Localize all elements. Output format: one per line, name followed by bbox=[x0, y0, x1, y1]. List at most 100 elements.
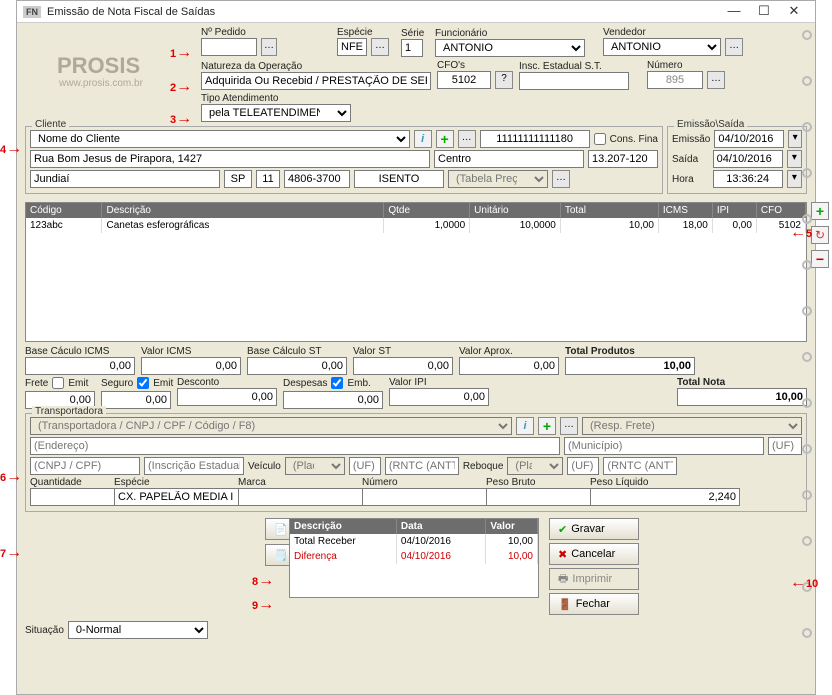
emissao-date[interactable] bbox=[714, 130, 784, 148]
transp-qtd-label: Quantidade bbox=[30, 477, 110, 488]
seguro-emit-check[interactable] bbox=[137, 377, 149, 389]
cliente-lookup[interactable]: … bbox=[458, 130, 476, 148]
emb-check[interactable] bbox=[331, 377, 343, 389]
cliente-ddd-input[interactable] bbox=[256, 170, 280, 188]
annot-4: 4→ bbox=[0, 140, 22, 158]
transp-endereco-input[interactable] bbox=[30, 437, 560, 455]
desconto-label: Desconto bbox=[177, 377, 277, 388]
cliente-group-title: Cliente bbox=[32, 119, 69, 130]
frete-emit-check[interactable] bbox=[52, 377, 64, 389]
col-ipi[interactable]: IPI bbox=[712, 203, 756, 218]
transp-lookup[interactable]: … bbox=[560, 417, 578, 435]
cliente-doc-input[interactable] bbox=[480, 130, 590, 148]
transp-municipio-input[interactable] bbox=[564, 437, 764, 455]
valor-icms-input[interactable] bbox=[141, 357, 241, 375]
desconto-input[interactable] bbox=[177, 388, 277, 406]
valor-aprox-input[interactable] bbox=[459, 357, 559, 375]
transp-info-icon[interactable]: i bbox=[516, 417, 534, 435]
veiculo-uf-input[interactable] bbox=[349, 457, 381, 475]
hora-spin[interactable]: ▾ bbox=[787, 170, 802, 188]
transp-add-icon[interactable]: + bbox=[538, 417, 556, 435]
numero-lookup[interactable]: … bbox=[707, 71, 725, 89]
resp-frete-select[interactable]: (Resp. Frete) bbox=[582, 417, 802, 435]
especie-lookup[interactable]: … bbox=[371, 38, 389, 56]
numero-label: Número bbox=[647, 60, 727, 71]
despesas-input[interactable] bbox=[283, 391, 383, 409]
emissao-label: Emissão bbox=[672, 134, 710, 145]
hora-input[interactable] bbox=[713, 170, 783, 188]
cliente-uf-input[interactable] bbox=[224, 170, 252, 188]
table-row[interactable]: 123abc Canetas esferográficas 1,0000 10,… bbox=[26, 218, 806, 233]
cons-fina-check[interactable] bbox=[594, 133, 606, 145]
transp-uf-input[interactable] bbox=[768, 437, 802, 455]
fechar-button[interactable]: 🚪Fechar bbox=[549, 593, 639, 615]
emissao-date-pick[interactable]: ▾ bbox=[788, 130, 802, 148]
valor-st-input[interactable] bbox=[353, 357, 453, 375]
funcionario-select[interactable]: ANTONIO bbox=[435, 39, 585, 57]
annot-7: 7→ bbox=[0, 544, 22, 562]
col-cfo[interactable]: CFO bbox=[756, 203, 805, 218]
valor-icms-label: Valor ICMS bbox=[141, 346, 241, 357]
cfo-help[interactable]: ? bbox=[495, 71, 513, 89]
cliente-endereco-input[interactable] bbox=[30, 150, 430, 168]
seguro-emit-label: Emit bbox=[153, 378, 173, 389]
situacao-select[interactable]: 0-Normal bbox=[68, 621, 208, 639]
col-codigo[interactable]: Código bbox=[26, 203, 102, 218]
reboque-uf-input[interactable] bbox=[567, 457, 599, 475]
add-item-button[interactable]: + bbox=[811, 202, 829, 220]
saida-date[interactable] bbox=[713, 150, 783, 168]
reboque-rntc-input[interactable] bbox=[603, 457, 677, 475]
especie-input[interactable] bbox=[337, 38, 367, 56]
saida-date-pick[interactable]: ▾ bbox=[787, 150, 802, 168]
gravar-button[interactable]: ✔Gravar bbox=[549, 518, 639, 540]
cliente-add-icon[interactable]: + bbox=[436, 130, 454, 148]
base-icms-input[interactable] bbox=[25, 357, 135, 375]
col-unit[interactable]: Unitário bbox=[470, 203, 561, 218]
peso-bruto-label: Peso Bruto bbox=[486, 477, 586, 488]
fn-badge: FN bbox=[23, 6, 41, 18]
tabela-preco-select[interactable]: (Tabela Preço) bbox=[448, 170, 548, 188]
receb-row-diff[interactable]: Diferença04/10/201610,00 bbox=[290, 549, 538, 564]
cliente-cep-input[interactable] bbox=[588, 150, 658, 168]
cliente-bairro-input[interactable] bbox=[434, 150, 584, 168]
cliente-nome-select[interactable]: Nome do Cliente bbox=[30, 130, 410, 148]
col-desc[interactable]: Descrição bbox=[102, 203, 384, 218]
cliente-fone-input[interactable] bbox=[284, 170, 350, 188]
tipo-atend-select[interactable]: pela TELEATENDIMENTO bbox=[201, 104, 351, 122]
reboque-placa-select[interactable]: (Placa) bbox=[507, 457, 563, 475]
n-pedido-input[interactable] bbox=[201, 38, 257, 56]
seguro-input[interactable] bbox=[101, 391, 171, 409]
cfo-input[interactable] bbox=[437, 71, 491, 89]
maximize-button[interactable]: ☐ bbox=[749, 3, 779, 21]
n-pedido-lookup[interactable]: … bbox=[261, 38, 277, 56]
vendedor-lookup[interactable]: … bbox=[725, 38, 743, 56]
col-total[interactable]: Total bbox=[560, 203, 658, 218]
remove-item-button[interactable]: − bbox=[811, 250, 829, 268]
serie-input[interactable] bbox=[401, 39, 423, 57]
natureza-input[interactable] bbox=[201, 72, 431, 90]
receb-row[interactable]: Total Receber04/10/201610,00 bbox=[290, 534, 538, 549]
veiculo-rntc-input[interactable] bbox=[385, 457, 459, 475]
vendedor-select[interactable]: ANTONIO bbox=[603, 38, 721, 56]
insc-est-input[interactable] bbox=[519, 72, 629, 90]
refresh-item-button[interactable]: ↻ bbox=[811, 226, 829, 244]
transp-cnpj-input[interactable] bbox=[30, 457, 140, 475]
transp-nome-select[interactable]: (Transportadora / CNPJ / CPF / Código / … bbox=[30, 417, 512, 435]
tabela-preco-lookup[interactable]: … bbox=[552, 170, 570, 188]
annot-3: 3→ bbox=[170, 110, 192, 128]
peso-liq-input[interactable] bbox=[590, 488, 740, 506]
veiculo-placa-select[interactable]: (Placa) bbox=[285, 457, 345, 475]
col-qtde[interactable]: Qtde bbox=[384, 203, 470, 218]
close-button[interactable]: ✕ bbox=[779, 3, 809, 21]
minimize-button[interactable]: — bbox=[719, 3, 749, 21]
valor-ipi-input[interactable] bbox=[389, 388, 489, 406]
cliente-cidade-input[interactable] bbox=[30, 170, 220, 188]
base-st-input[interactable] bbox=[247, 357, 347, 375]
transp-ie-input[interactable] bbox=[144, 457, 244, 475]
cliente-info-icon[interactable]: i bbox=[414, 130, 432, 148]
annot-8: 8→ bbox=[252, 572, 274, 590]
items-grid[interactable]: Código Descrição Qtde Unitário Total ICM… bbox=[25, 202, 807, 342]
col-icms[interactable]: ICMS bbox=[658, 203, 712, 218]
cancelar-button[interactable]: ✖Cancelar bbox=[549, 543, 639, 565]
cliente-ie-input[interactable] bbox=[354, 170, 444, 188]
